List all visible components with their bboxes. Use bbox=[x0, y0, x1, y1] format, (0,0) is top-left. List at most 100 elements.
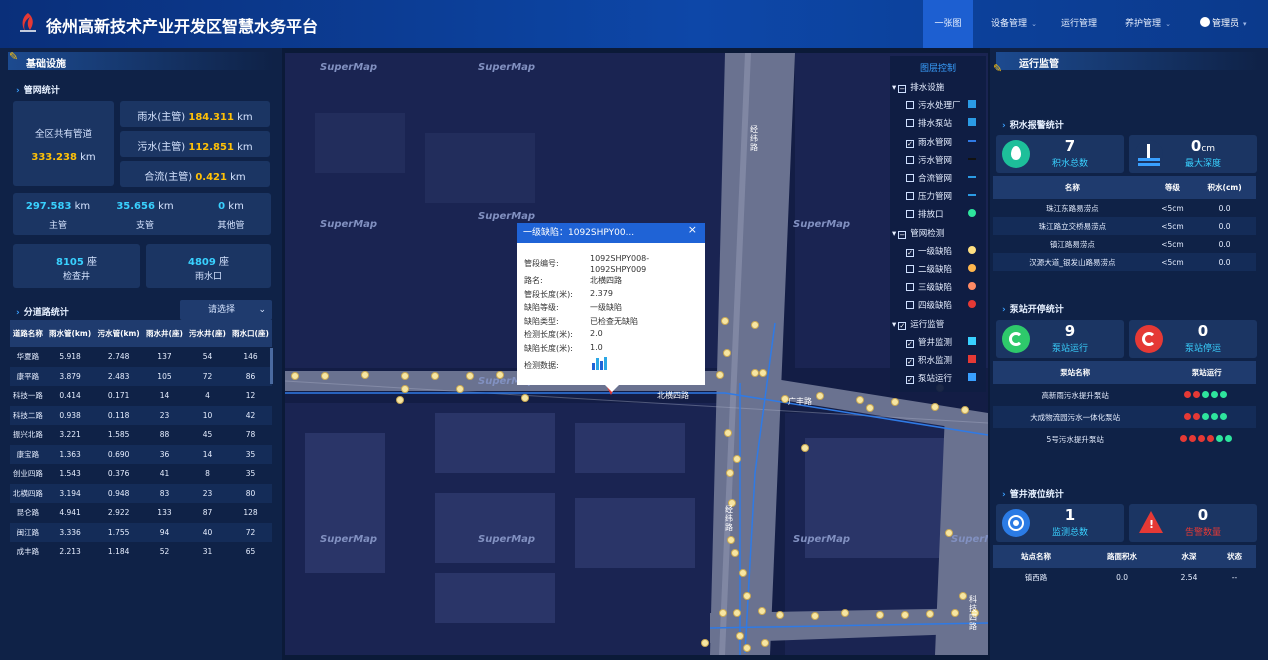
layer-item[interactable]: 合流管网 bbox=[906, 172, 976, 184]
nav-map[interactable]: 一张图 bbox=[923, 0, 973, 48]
layer-checkbox[interactable] bbox=[906, 155, 914, 164]
layer-checkbox[interactable] bbox=[906, 301, 914, 310]
manhole-marker[interactable] bbox=[739, 569, 747, 577]
close-icon[interactable]: × bbox=[688, 223, 697, 236]
manhole-marker[interactable] bbox=[724, 429, 732, 437]
layer-item[interactable]: 排放口 bbox=[906, 208, 976, 220]
manhole-marker[interactable] bbox=[401, 385, 409, 393]
layer-checkbox[interactable]: ✓ bbox=[906, 339, 914, 348]
layer-item[interactable]: ▾ ✓ 运行监管 bbox=[892, 318, 944, 330]
manhole-marker[interactable] bbox=[841, 609, 849, 617]
manhole-marker[interactable] bbox=[733, 609, 741, 617]
layer-item[interactable]: ✓ 管井监测 bbox=[906, 336, 976, 348]
layer-item[interactable]: 压力管网 bbox=[906, 190, 976, 202]
layer-checkbox[interactable] bbox=[906, 101, 914, 110]
table-row[interactable]: 珠江东路易涝点 <5cm 0.0 bbox=[993, 199, 1256, 217]
manhole-marker[interactable] bbox=[759, 369, 767, 377]
nav-operation-mgmt[interactable]: 运行管理 bbox=[1052, 0, 1106, 48]
manhole-marker[interactable] bbox=[723, 349, 731, 357]
table-row[interactable]: 北横四路 3.194 0.948 83 23 80 bbox=[10, 483, 272, 503]
table-row[interactable]: 镇江路易涝点 <5cm 0.0 bbox=[993, 235, 1256, 253]
manhole-marker[interactable] bbox=[321, 372, 329, 380]
layer-checkbox[interactable]: − bbox=[898, 230, 907, 239]
layer-checkbox[interactable]: ✓ bbox=[898, 321, 907, 330]
layer-item[interactable]: ▾ − 管网检测 bbox=[892, 227, 944, 239]
manhole-marker[interactable] bbox=[466, 372, 474, 380]
layer-checkbox[interactable] bbox=[906, 174, 914, 182]
table-row[interactable]: 高新雨污水提升泵站 bbox=[993, 384, 1256, 406]
layer-checkbox[interactable] bbox=[906, 210, 914, 219]
expand-icon[interactable]: ▾ bbox=[892, 83, 896, 93]
manhole-marker[interactable] bbox=[961, 406, 969, 414]
manhole-marker[interactable] bbox=[743, 644, 751, 652]
manhole-marker[interactable] bbox=[736, 632, 744, 640]
table-row[interactable]: 华夏路 5.918 2.748 137 54 146 bbox=[10, 347, 272, 367]
table-row[interactable]: 镇西路 0.0 2.54 -- bbox=[993, 568, 1256, 586]
manhole-marker[interactable] bbox=[811, 612, 819, 620]
nav-device-mgmt[interactable]: 设备管理 ⌄ bbox=[978, 0, 1050, 48]
manhole-marker[interactable] bbox=[761, 639, 769, 647]
manhole-marker[interactable] bbox=[726, 469, 734, 477]
layer-item[interactable]: 污水处理厂 bbox=[906, 99, 976, 111]
expand-icon[interactable]: ▾ bbox=[892, 320, 896, 330]
manhole-marker[interactable] bbox=[401, 372, 409, 380]
table-row[interactable]: 科技一路 0.414 0.171 14 4 12 bbox=[10, 386, 272, 406]
manhole-marker[interactable] bbox=[431, 372, 439, 380]
layer-checkbox[interactable] bbox=[906, 283, 914, 292]
layer-item[interactable]: ✓ 泵站运行 bbox=[906, 372, 976, 385]
manhole-marker[interactable] bbox=[291, 372, 299, 380]
table-row[interactable]: 珠江路立交桥易涝点 <5cm 0.0 bbox=[993, 217, 1256, 235]
manhole-marker[interactable] bbox=[866, 404, 874, 412]
manhole-marker[interactable] bbox=[959, 592, 967, 600]
table-row[interactable]: 5号污水提升泵站 bbox=[993, 428, 1256, 450]
table-row[interactable]: 汉源大道_银发山路易涝点 <5cm 0.0 bbox=[993, 253, 1256, 271]
nav-maintenance-mgmt[interactable]: 养护管理 ⌄ bbox=[1112, 0, 1184, 48]
manhole-marker[interactable] bbox=[751, 369, 759, 377]
manhole-marker[interactable] bbox=[931, 403, 939, 411]
manhole-marker[interactable] bbox=[721, 317, 729, 325]
layer-item[interactable]: ✓ 雨水管网 bbox=[906, 136, 976, 148]
manhole-marker[interactable] bbox=[743, 592, 751, 600]
manhole-marker[interactable] bbox=[876, 611, 884, 619]
layer-checkbox[interactable]: ✓ bbox=[906, 248, 914, 257]
manhole-marker[interactable] bbox=[719, 609, 727, 617]
layer-item[interactable]: ✓ 积水监测 bbox=[906, 354, 976, 366]
manhole-marker[interactable] bbox=[733, 455, 741, 463]
manhole-marker[interactable] bbox=[521, 394, 529, 402]
manhole-marker[interactable] bbox=[776, 611, 784, 619]
expand-icon[interactable]: ▾ bbox=[892, 229, 896, 239]
table-row[interactable]: 昆仑路 4.941 2.922 133 87 128 bbox=[10, 503, 272, 523]
table-row[interactable]: 康平路 3.879 2.483 105 72 86 bbox=[10, 366, 272, 386]
manhole-marker[interactable] bbox=[751, 321, 759, 329]
table-row[interactable]: 振兴北路 3.221 1.585 88 45 78 bbox=[10, 425, 272, 445]
manhole-marker[interactable] bbox=[727, 536, 735, 544]
manhole-marker[interactable] bbox=[816, 392, 824, 400]
manhole-marker[interactable] bbox=[856, 396, 864, 404]
chart-icon[interactable] bbox=[592, 356, 608, 370]
layer-checkbox[interactable] bbox=[906, 119, 914, 128]
manhole-marker[interactable] bbox=[716, 371, 724, 379]
road-select[interactable]: 请选择 ⌄ bbox=[180, 300, 272, 320]
manhole-marker[interactable] bbox=[891, 398, 899, 406]
layer-checkbox[interactable]: ✓ bbox=[906, 358, 914, 366]
manhole-marker[interactable] bbox=[926, 610, 934, 618]
manhole-marker[interactable] bbox=[758, 607, 766, 615]
layer-item[interactable]: 三级缺陷 bbox=[906, 281, 976, 293]
layer-checkbox[interactable]: ✓ bbox=[906, 139, 914, 148]
table-row[interactable]: 创业四路 1.543 0.376 41 8 35 bbox=[10, 464, 272, 484]
layer-item[interactable]: 污水管网 bbox=[906, 154, 976, 166]
layer-checkbox[interactable]: − bbox=[898, 85, 907, 93]
table-row[interactable]: 康宝路 1.363 0.690 36 14 35 bbox=[10, 444, 272, 464]
layer-item[interactable]: ✓ 一级缺陷 bbox=[906, 245, 976, 257]
manhole-marker[interactable] bbox=[901, 611, 909, 619]
layer-item[interactable]: ▾ − 排水设施 bbox=[892, 81, 944, 93]
layer-checkbox[interactable] bbox=[906, 265, 914, 273]
layer-checkbox[interactable]: ✓ bbox=[906, 376, 914, 385]
layer-item[interactable]: 四级缺陷 bbox=[906, 299, 976, 311]
layer-item[interactable]: 排水泵站 bbox=[906, 117, 976, 129]
layer-item[interactable]: 二级缺陷 bbox=[906, 263, 976, 275]
table-row[interactable]: 科技二路 0.938 0.118 23 10 42 bbox=[10, 405, 272, 425]
manhole-marker[interactable] bbox=[801, 444, 809, 452]
table-scrollbar[interactable] bbox=[270, 348, 273, 384]
user-menu[interactable]: 管理员 ▾ bbox=[1200, 0, 1247, 48]
